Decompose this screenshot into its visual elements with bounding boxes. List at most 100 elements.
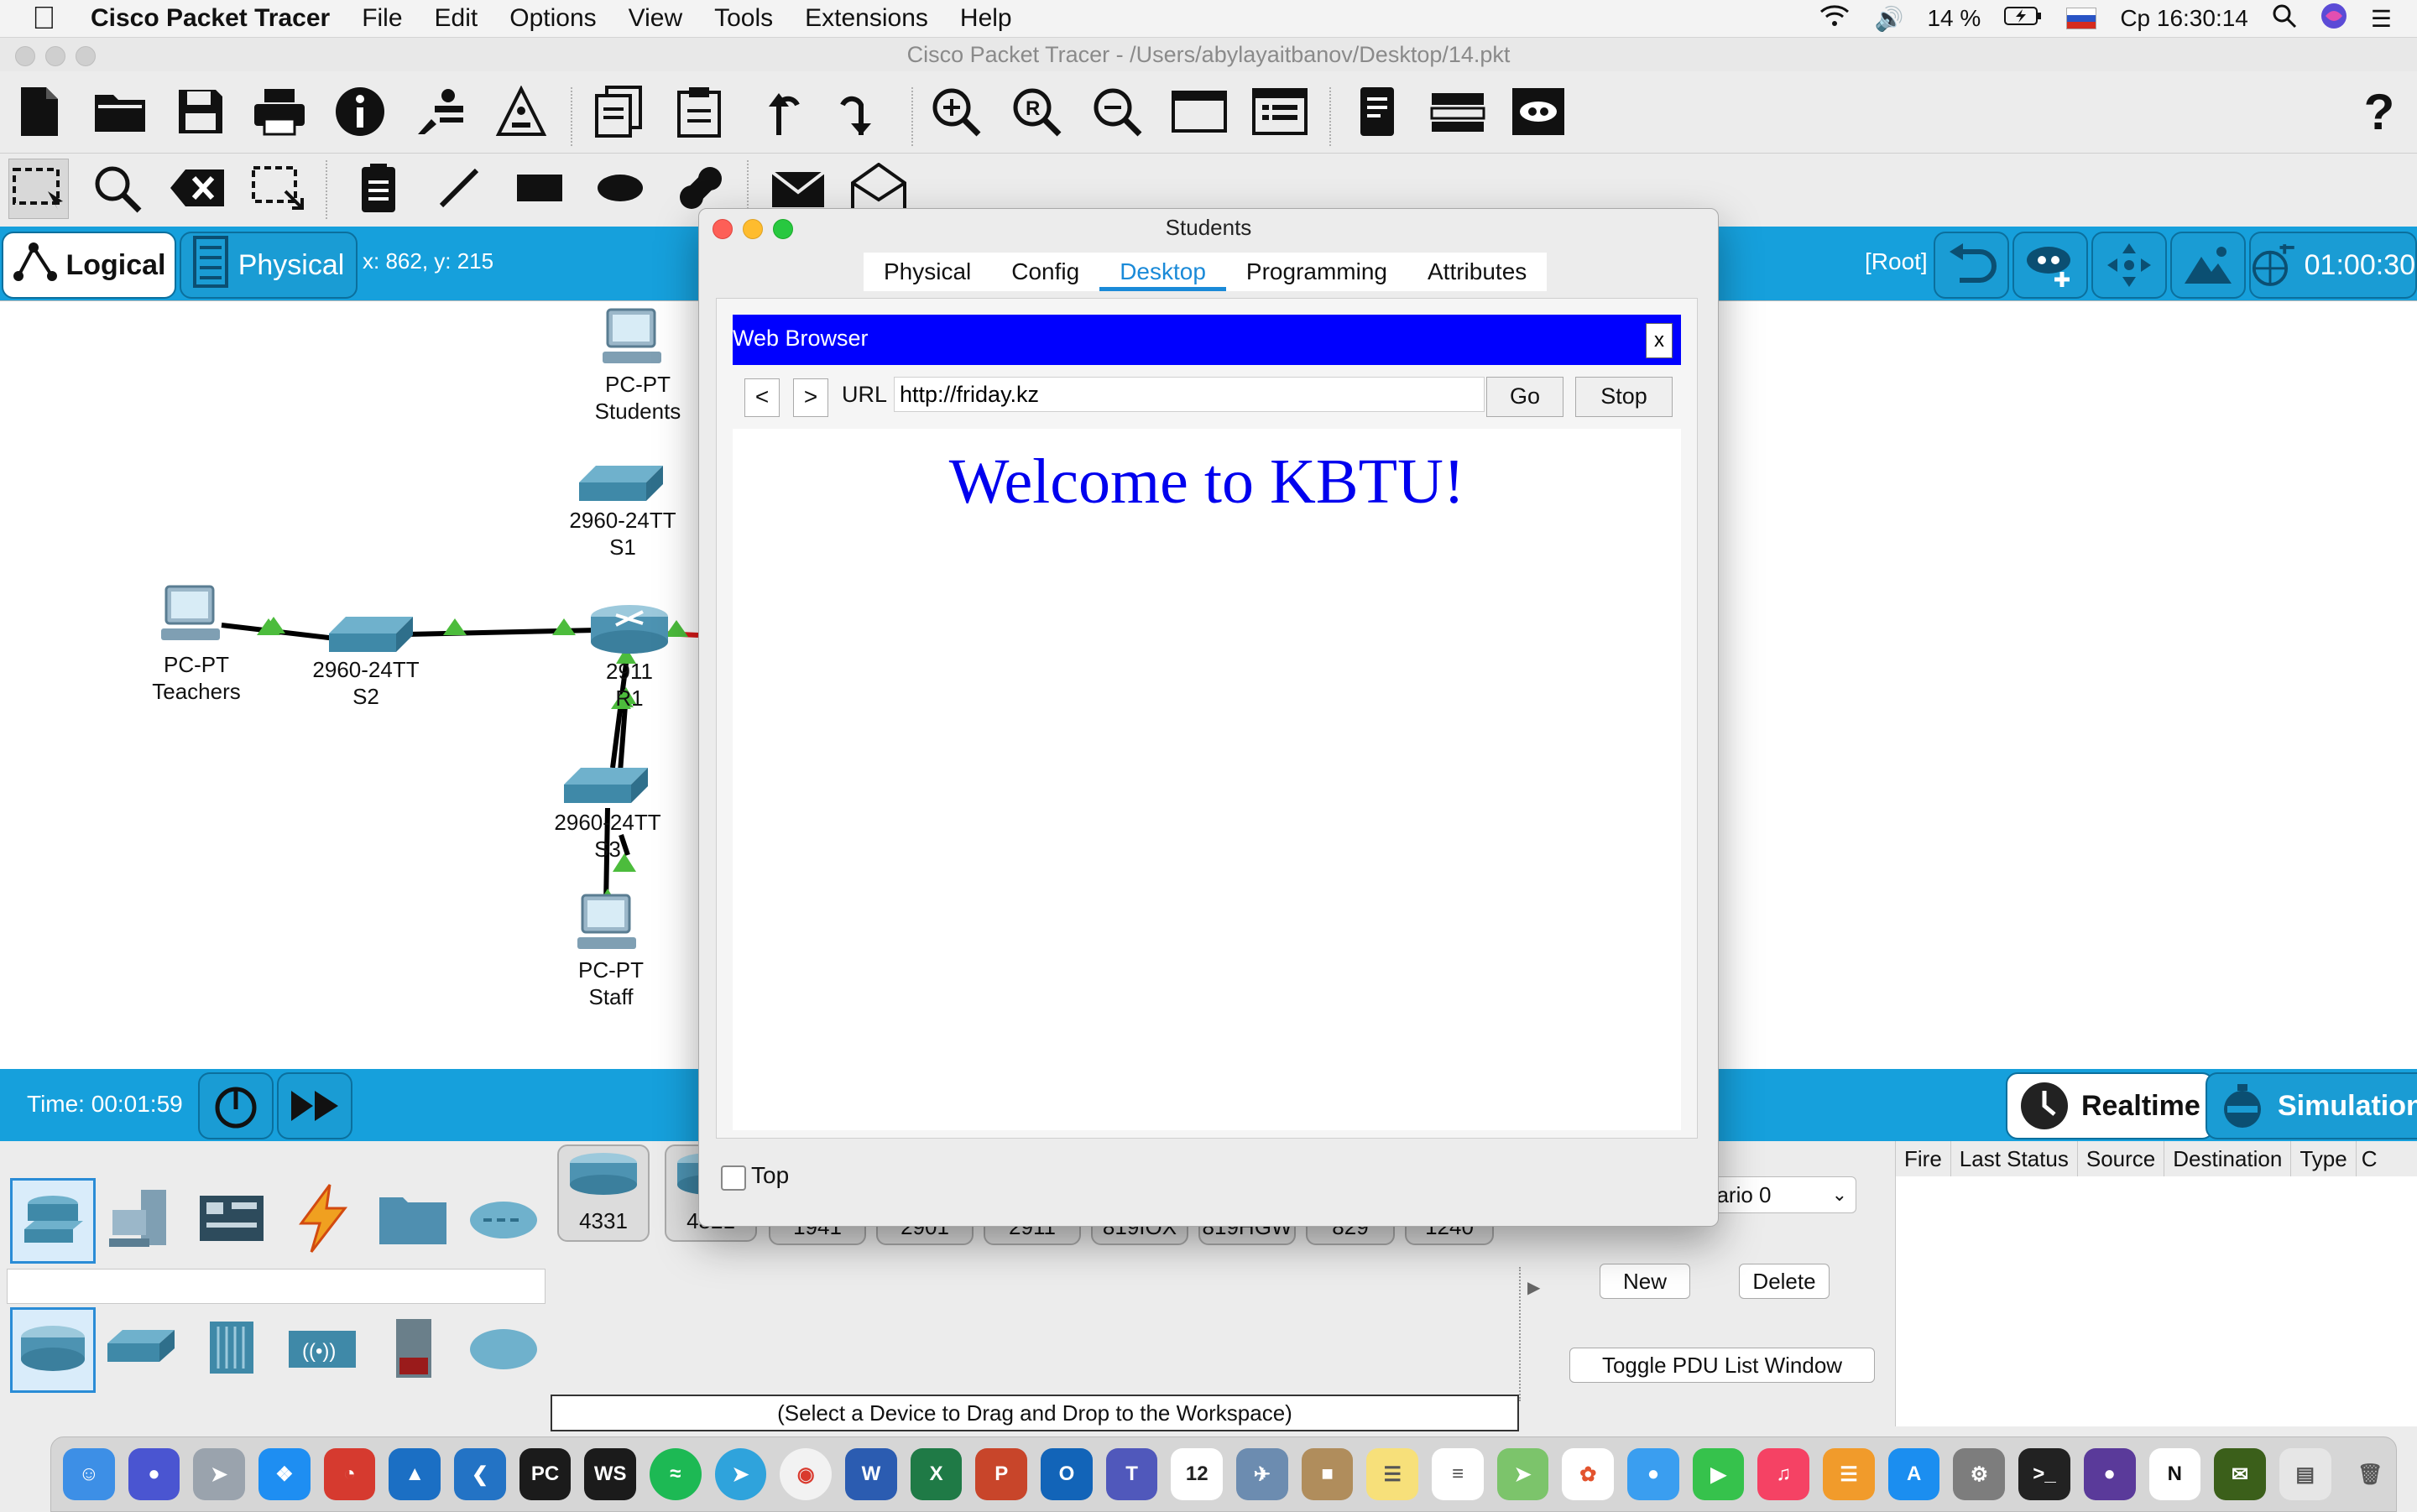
- menu-view[interactable]: View: [629, 4, 682, 33]
- notes-icon[interactable]: ☰: [1366, 1448, 1419, 1500]
- teams-icon[interactable]: T: [1105, 1448, 1158, 1500]
- draw-line-icon[interactable]: [430, 159, 488, 217]
- save-icon[interactable]: [171, 82, 230, 141]
- pdu-list-icon[interactable]: [1348, 82, 1407, 141]
- physical-tab[interactable]: Physical: [180, 232, 358, 299]
- pycharm-icon[interactable]: PC: [519, 1448, 572, 1500]
- trash-icon[interactable]: 🗑: [2344, 1448, 2397, 1500]
- activity-wizard-icon[interactable]: [411, 82, 470, 141]
- custom-device-icon[interactable]: [492, 82, 551, 141]
- volume-icon[interactable]: 🔊: [1875, 5, 1904, 33]
- category-miscellaneous[interactable]: [373, 1178, 453, 1259]
- tab-programming[interactable]: Programming: [1226, 253, 1407, 291]
- wifi-icon[interactable]: [1818, 3, 1851, 34]
- switch-s2[interactable]: [329, 617, 413, 652]
- zoom-window-button[interactable]: [76, 46, 96, 66]
- model-4331[interactable]: 4331: [557, 1144, 650, 1242]
- splitter-arrow-icon[interactable]: ▶: [1527, 1277, 1540, 1298]
- subcategory-security[interactable]: [373, 1307, 453, 1388]
- browser-back-button[interactable]: <: [744, 378, 780, 417]
- packet-tracer-dock-icon[interactable]: ✉: [2214, 1448, 2266, 1500]
- category-components[interactable]: [191, 1178, 272, 1259]
- stop-button[interactable]: Stop: [1575, 377, 1673, 417]
- subcategory-switches[interactable]: [101, 1307, 181, 1388]
- switch-s1[interactable]: [579, 466, 663, 501]
- undo-icon[interactable]: [750, 82, 809, 141]
- word-icon[interactable]: W: [845, 1448, 897, 1500]
- siri-dock-icon[interactable]: ●: [128, 1448, 180, 1500]
- excel-icon[interactable]: X: [910, 1448, 963, 1500]
- launchpad-icon[interactable]: ➤: [193, 1448, 246, 1500]
- minimize-window-button[interactable]: [45, 46, 65, 66]
- spotify-icon[interactable]: ≈: [650, 1448, 702, 1500]
- menu-extensions[interactable]: Extensions: [805, 4, 928, 33]
- router-r1[interactable]: [591, 605, 668, 654]
- draw-ellipse-icon[interactable]: [591, 159, 650, 217]
- tab-physical[interactable]: Physical: [864, 253, 991, 291]
- url-input[interactable]: [894, 377, 1485, 412]
- siri-icon[interactable]: [2320, 3, 2347, 35]
- preview-icon[interactable]: ✈: [1236, 1448, 1288, 1500]
- network-device-icon[interactable]: [1428, 82, 1487, 141]
- notion-icon[interactable]: N: [2148, 1448, 2201, 1500]
- redo-icon[interactable]: [831, 82, 890, 141]
- app-store-icon[interactable]: A: [1887, 1448, 1940, 1500]
- column-source[interactable]: Source: [2078, 1141, 2165, 1176]
- new-scenario-button[interactable]: New: [1600, 1264, 1690, 1299]
- menu-tools[interactable]: Tools: [714, 4, 773, 33]
- subcategory-wan-emulation[interactable]: [463, 1307, 544, 1388]
- telegram-icon[interactable]: ➤: [714, 1448, 767, 1500]
- battery-icon[interactable]: [2004, 5, 2043, 32]
- zoom-in-icon[interactable]: [927, 82, 985, 141]
- info-icon[interactable]: [331, 82, 389, 141]
- draw-rectangle-icon[interactable]: [510, 159, 569, 217]
- help-icon[interactable]: ?: [2350, 82, 2409, 141]
- category-network-devices[interactable]: [10, 1178, 96, 1264]
- subcategory-routers[interactable]: [10, 1307, 96, 1393]
- music-icon[interactable]: ♫: [1757, 1448, 1810, 1500]
- simulation-mode-button[interactable]: Simulation: [2206, 1072, 2417, 1139]
- downloads-stack-icon[interactable]: ▤: [2279, 1448, 2331, 1500]
- go-button[interactable]: Go: [1486, 377, 1563, 417]
- device-search-field[interactable]: [7, 1269, 546, 1304]
- column-last-status[interactable]: Last Status: [1951, 1141, 2078, 1176]
- switch-s3[interactable]: [564, 768, 648, 803]
- outlook-icon[interactable]: O: [1041, 1448, 1093, 1500]
- delete-scenario-button[interactable]: Delete: [1739, 1264, 1830, 1299]
- pc-students[interactable]: [603, 308, 661, 363]
- viewport-timer[interactable]: 01:00:30: [2249, 232, 2417, 299]
- top-checkbox[interactable]: [721, 1165, 746, 1191]
- terminal-icon[interactable]: >_: [2018, 1448, 2070, 1500]
- messages-icon[interactable]: ●: [1627, 1448, 1679, 1500]
- tab-config[interactable]: Config: [991, 253, 1099, 291]
- safari-icon[interactable]: ❖: [258, 1448, 311, 1500]
- subcategory-wireless-devices[interactable]: ((•)): [282, 1307, 363, 1388]
- input-source-flag-icon[interactable]: [2066, 8, 2097, 29]
- place-note-icon[interactable]: [349, 159, 408, 217]
- browser-forward-button[interactable]: >: [793, 378, 828, 417]
- menu-help[interactable]: Help: [960, 4, 1012, 33]
- apple-icon[interactable]: : [32, 2, 65, 35]
- fast-forward-button[interactable]: [277, 1072, 352, 1139]
- menu-file[interactable]: File: [362, 4, 402, 33]
- zoom-reset-icon[interactable]: R: [1007, 82, 1066, 141]
- books-icon[interactable]: ☰: [1823, 1448, 1875, 1500]
- column-type[interactable]: Type: [2291, 1141, 2357, 1176]
- webstorm-icon[interactable]: WS: [584, 1448, 637, 1500]
- realtime-mode-button[interactable]: Realtime: [2006, 1072, 2214, 1139]
- web-browser-close-button[interactable]: x: [1646, 323, 1673, 358]
- tab-attributes[interactable]: Attributes: [1407, 253, 1547, 291]
- set-background-button[interactable]: [2170, 232, 2246, 299]
- column-destination[interactable]: Destination: [2164, 1141, 2292, 1176]
- copy-icon[interactable]: [589, 82, 648, 141]
- back-level-button[interactable]: [1934, 232, 2009, 299]
- category-multiuser-connection[interactable]: [463, 1178, 544, 1259]
- open-folder-icon[interactable]: [91, 82, 149, 141]
- custom-device-dialog-icon[interactable]: [1250, 82, 1309, 141]
- powerpoint-icon[interactable]: P: [975, 1448, 1028, 1500]
- notification-center-icon[interactable]: ☰: [2371, 5, 2392, 33]
- select-tool-icon[interactable]: [8, 159, 69, 219]
- toggle-pdu-list-button[interactable]: Toggle PDU List Window: [1569, 1348, 1875, 1383]
- drawing-palette-icon[interactable]: [1170, 82, 1229, 141]
- pc-teachers[interactable]: [161, 585, 220, 640]
